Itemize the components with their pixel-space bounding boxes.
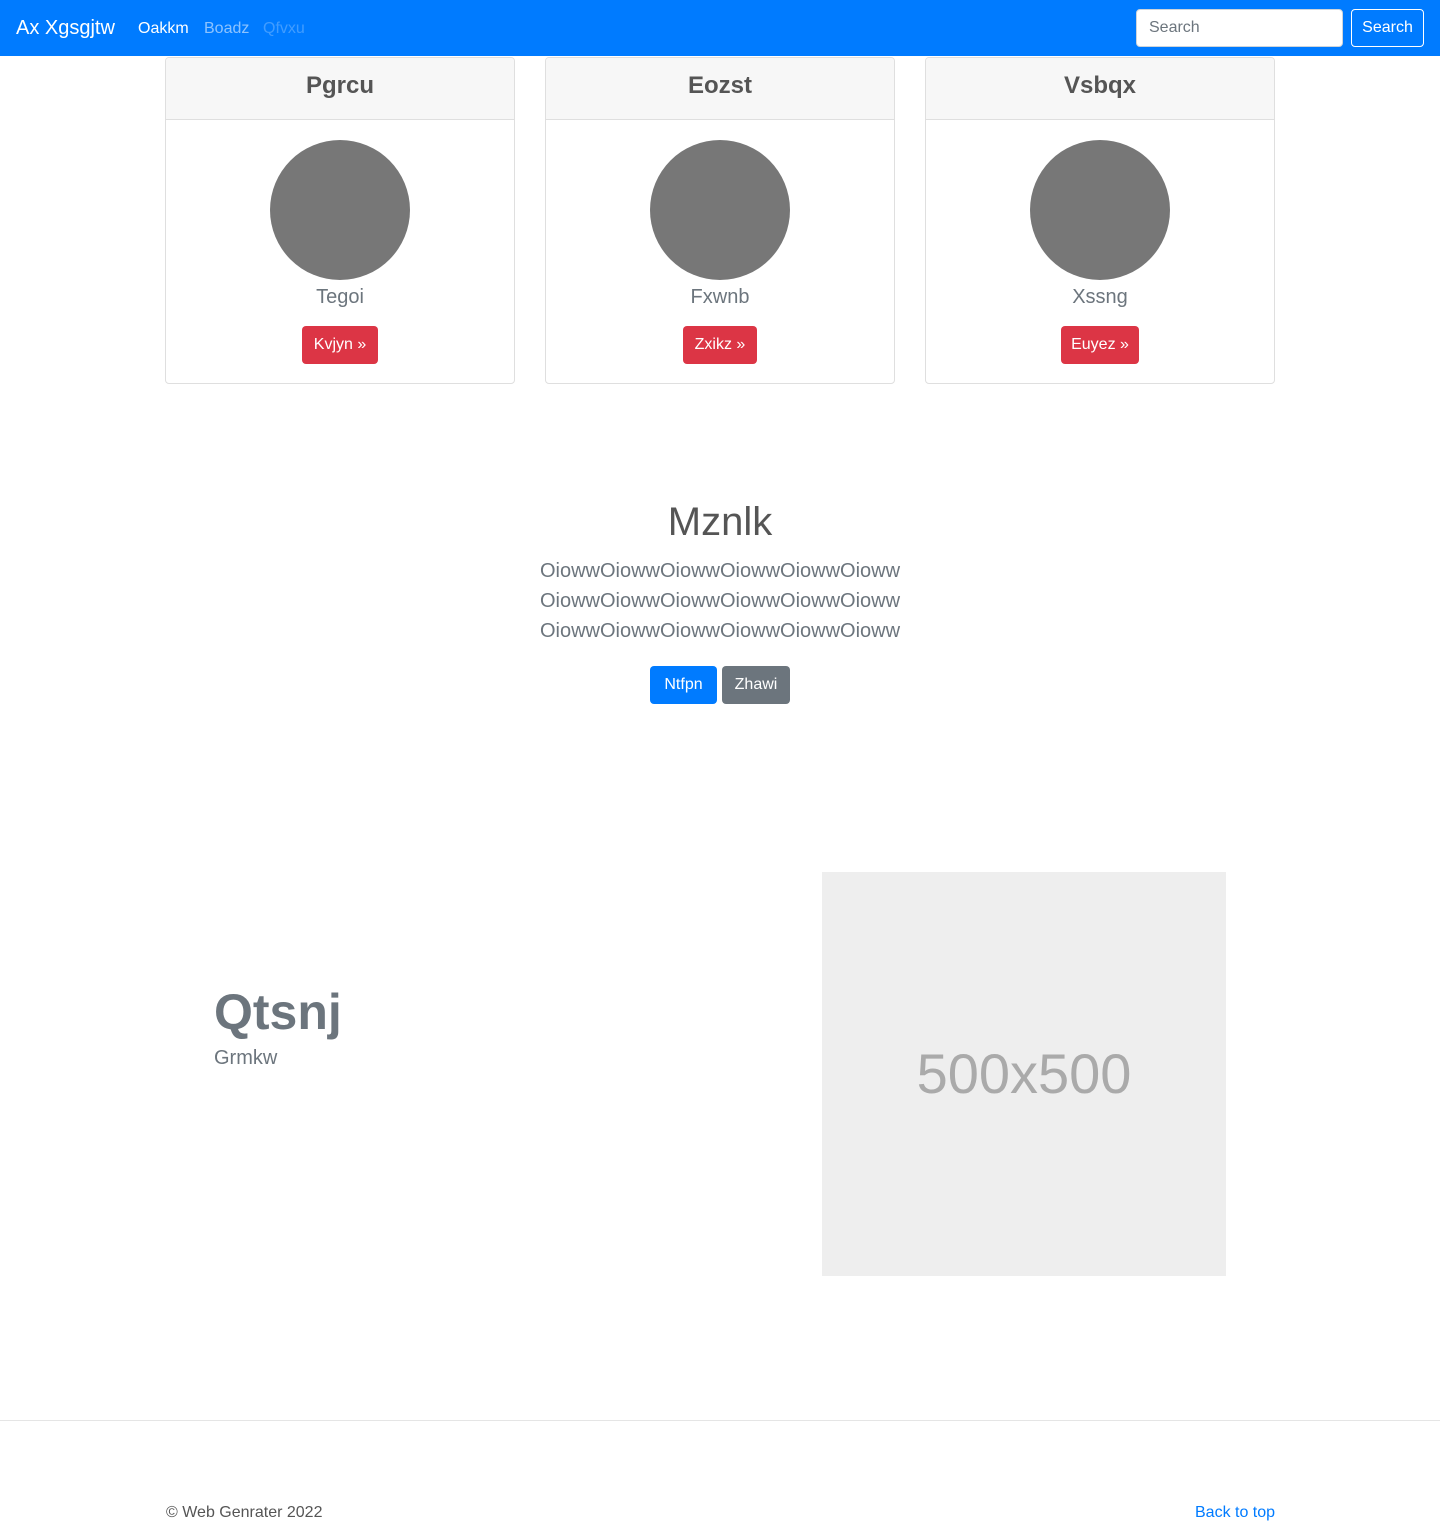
nav-link-oakkm[interactable]: Oakkm bbox=[138, 19, 189, 39]
placeholder-label: 500x500 bbox=[916, 1042, 1132, 1105]
avatar-image bbox=[650, 140, 790, 280]
avatar-image bbox=[270, 140, 410, 280]
copyright-text: © Web Genrater 2022 bbox=[166, 1504, 323, 1521]
card-title: Pgrcu bbox=[166, 58, 514, 120]
card-text: Xssng bbox=[1072, 286, 1128, 308]
navbar: Ax Xgsgjtw Oakkm Boadz Qfvxu Search bbox=[0, 0, 1440, 56]
card-button[interactable]: Euyez » bbox=[1061, 326, 1139, 364]
nav-link-qfvxu[interactable]: Qfvxu bbox=[263, 19, 305, 39]
hero-lead: OiowwOiowwOiowwOiowwOiowwOioww OiowwOiow… bbox=[520, 556, 920, 646]
card: Pgrcu Tegoi Kvjyn » bbox=[165, 57, 515, 384]
card-title: Vsbqx bbox=[926, 58, 1274, 120]
feature-title: Qtsnj bbox=[214, 984, 342, 1040]
search-button[interactable]: Search bbox=[1351, 9, 1424, 47]
card: Vsbqx Xssng Euyez » bbox=[925, 57, 1275, 384]
card-text: Fxwnb bbox=[690, 286, 750, 308]
primary-button[interactable]: Ntfpn bbox=[650, 666, 717, 704]
footer-divider bbox=[0, 1420, 1440, 1421]
nav-link-boadz[interactable]: Boadz bbox=[204, 19, 249, 39]
avatar-image bbox=[1030, 140, 1170, 280]
feature-subtitle: Grmkw bbox=[214, 1047, 278, 1069]
card-button[interactable]: Zxikz » bbox=[683, 326, 757, 364]
card-title: Eozst bbox=[546, 58, 894, 120]
secondary-button[interactable]: Zhawi bbox=[722, 666, 790, 704]
hero-title: Mznlk bbox=[667, 500, 773, 544]
placeholder-image: 500x500 bbox=[822, 872, 1226, 1276]
back-to-top-link[interactable]: Back to top bbox=[1195, 1503, 1275, 1523]
card-text: Tegoi bbox=[316, 286, 364, 308]
card-button[interactable]: Kvjyn » bbox=[302, 326, 378, 364]
hero-line: OiowwOiowwOiowwOiowwOiowwOioww bbox=[539, 620, 901, 642]
hero-line: OiowwOiowwOiowwOiowwOiowwOioww bbox=[539, 590, 901, 612]
hero-line: OiowwOiowwOiowwOiowwOiowwOioww bbox=[539, 560, 901, 582]
card: Eozst Fxwnb Zxikz » bbox=[545, 57, 895, 384]
search-input[interactable] bbox=[1136, 9, 1343, 47]
brand-link[interactable]: Ax Xgsgjtw bbox=[16, 16, 115, 40]
